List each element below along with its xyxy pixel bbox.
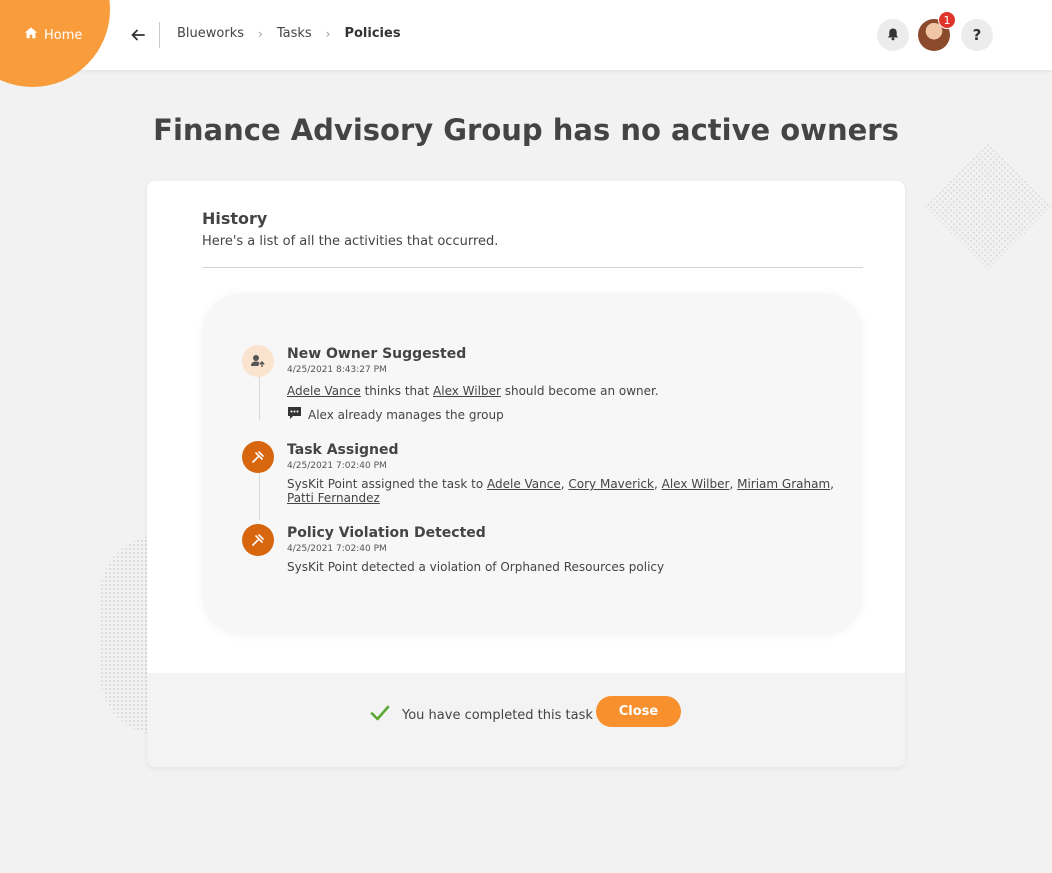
notifications-button[interactable] bbox=[877, 19, 909, 51]
breadcrumb-tasks[interactable]: Tasks bbox=[277, 26, 312, 41]
user-link[interactable]: Adele Vance bbox=[287, 384, 361, 398]
tools-icon bbox=[242, 441, 274, 473]
home-label: Home bbox=[44, 27, 83, 43]
history-title: History bbox=[202, 209, 268, 228]
event-description: SysKit Point assigned the task to Adele … bbox=[287, 477, 834, 505]
user-suggest-icon bbox=[242, 345, 274, 377]
event-text: should become an owner. bbox=[504, 384, 659, 398]
checkmark-icon bbox=[370, 705, 390, 725]
page-title: Finance Advisory Group has no active own… bbox=[153, 113, 899, 147]
back-button[interactable] bbox=[128, 24, 148, 46]
timeline: New Owner Suggested 4/25/2021 8:43:27 PM… bbox=[202, 293, 863, 635]
event-title: New Owner Suggested bbox=[287, 346, 467, 362]
history-card: History Here's a list of all the activit… bbox=[147, 181, 905, 767]
event-time: 4/25/2021 7:02:40 PM bbox=[287, 544, 387, 554]
completion-text: You have completed this task bbox=[402, 707, 593, 723]
event-description: SysKit Point detected a violation of Orp… bbox=[287, 560, 665, 574]
card-footer: You have completed this task Close bbox=[147, 673, 905, 767]
history-subtitle: Here's a list of all the activities that… bbox=[202, 234, 499, 249]
notification-badge: 1 bbox=[938, 11, 956, 29]
home-icon bbox=[24, 26, 38, 44]
comment-text: Alex already manages the group bbox=[308, 407, 504, 422]
event-time: 4/25/2021 7:02:40 PM bbox=[287, 461, 387, 471]
event-comment: Alex already manages the group bbox=[287, 406, 847, 423]
breadcrumb-blueworks[interactable]: Blueworks bbox=[177, 26, 244, 41]
user-link[interactable]: Cory Maverick bbox=[568, 477, 654, 491]
event-text: SysKit Point assigned the task to bbox=[287, 477, 484, 491]
close-button[interactable]: Close bbox=[596, 696, 681, 727]
user-link[interactable]: Adele Vance bbox=[487, 477, 561, 491]
top-bar: Home Blueworks › Tasks › Policies 1 ? bbox=[0, 0, 1052, 87]
divider bbox=[202, 267, 863, 268]
chevron-right-icon: › bbox=[258, 26, 263, 41]
tools-icon bbox=[242, 524, 274, 556]
event-time: 4/25/2021 8:43:27 PM bbox=[287, 365, 387, 375]
breadcrumb-policies: Policies bbox=[344, 26, 401, 41]
completion-status: You have completed this task bbox=[370, 705, 593, 725]
decorative-dots-right bbox=[924, 142, 1052, 270]
event-description: Adele Vance thinks that Alex Wilber shou… bbox=[287, 384, 847, 398]
user-link[interactable]: Alex Wilber bbox=[662, 477, 730, 491]
bell-icon bbox=[886, 26, 900, 45]
help-button[interactable]: ? bbox=[961, 19, 993, 51]
event-title: Task Assigned bbox=[287, 442, 399, 458]
chevron-right-icon: › bbox=[325, 26, 331, 41]
user-link[interactable]: Patti Fernandez bbox=[287, 491, 380, 505]
arrow-left-icon bbox=[131, 26, 145, 45]
home-link[interactable]: Home bbox=[24, 26, 82, 44]
comment-icon bbox=[287, 406, 302, 423]
breadcrumb: Blueworks › Tasks › Policies bbox=[177, 26, 401, 41]
user-link[interactable]: Miriam Graham bbox=[737, 477, 830, 491]
header-divider bbox=[159, 22, 160, 48]
event-title: Policy Violation Detected bbox=[287, 525, 486, 541]
user-link[interactable]: Alex Wilber bbox=[433, 384, 501, 398]
event-text: thinks that bbox=[364, 384, 430, 398]
